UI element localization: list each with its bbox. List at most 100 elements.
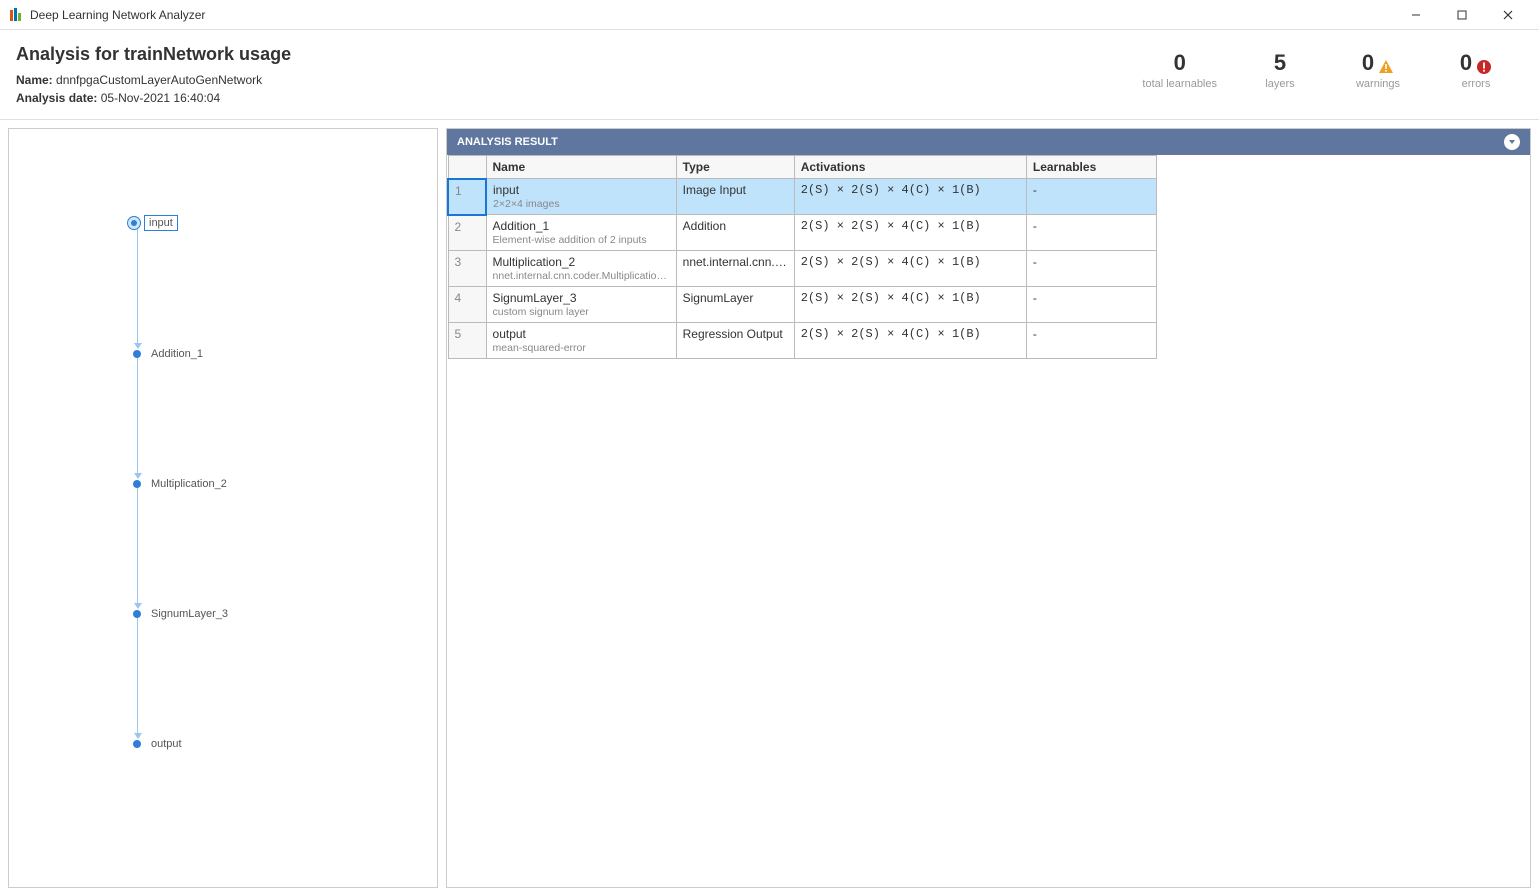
node-dot-icon [133, 610, 141, 618]
row-type: Addition [676, 215, 794, 251]
row-type: Regression Output [676, 323, 794, 359]
row-learnables: - [1026, 251, 1156, 287]
stat-value: 5 [1245, 50, 1315, 76]
graph-edge [137, 227, 138, 345]
collapse-button[interactable] [1504, 134, 1520, 150]
date-label: Analysis date: [16, 91, 97, 105]
stat-label: total learnables [1142, 78, 1217, 90]
col-header-name[interactable]: Name [486, 156, 676, 179]
graph-panel[interactable]: input Addition_1 Multiplication_2 Signum… [8, 128, 438, 888]
window-title: Deep Learning Network Analyzer [30, 8, 205, 22]
graph-node-signum[interactable]: SignumLayer_3 [133, 607, 232, 621]
app-icon [8, 7, 24, 23]
layer-subtitle: Element-wise addition of 2 inputs [493, 234, 670, 246]
minimize-button[interactable] [1393, 0, 1439, 30]
row-activations: 2(S) × 2(S) × 4(C) × 1(B) [794, 251, 1026, 287]
row-index: 2 [448, 215, 486, 251]
stat-label: errors [1441, 78, 1511, 90]
row-name-cell: Multiplication_2nnet.internal.cnn.coder.… [486, 251, 676, 287]
node-label: output [147, 737, 186, 751]
row-learnables: - [1026, 179, 1156, 215]
layer-subtitle: nnet.internal.cnn.coder.MultiplicationLa… [493, 270, 670, 282]
row-index: 5 [448, 323, 486, 359]
col-header-index[interactable] [448, 156, 486, 179]
stat-value: 0 [1460, 50, 1472, 76]
table-row[interactable]: 5outputmean-squared-errorRegression Outp… [448, 323, 1157, 359]
graph-canvas: input Addition_1 Multiplication_2 Signum… [9, 129, 437, 887]
graph-edge [137, 357, 138, 475]
node-label: input [144, 215, 178, 231]
row-name-cell: outputmean-squared-error [486, 323, 676, 359]
layer-name: output [493, 327, 670, 341]
row-activations: 2(S) × 2(S) × 4(C) × 1(B) [794, 323, 1026, 359]
row-index: 1 [448, 179, 486, 215]
col-header-activations[interactable]: Activations [794, 156, 1026, 179]
name-label: Name: [16, 73, 53, 87]
row-learnables: - [1026, 215, 1156, 251]
node-dot-icon [133, 740, 141, 748]
graph-node-multiplication[interactable]: Multiplication_2 [133, 477, 231, 491]
node-label: Multiplication_2 [147, 477, 231, 491]
stat-label: warnings [1343, 78, 1413, 90]
row-index: 4 [448, 287, 486, 323]
stat-value: 0 [1142, 50, 1217, 76]
table-row[interactable]: 1input2×2×4 imagesImage Input2(S) × 2(S)… [448, 179, 1157, 215]
close-button[interactable] [1485, 0, 1531, 30]
page-title: Analysis for trainNetwork usage [16, 44, 1142, 65]
row-learnables: - [1026, 323, 1156, 359]
row-learnables: - [1026, 287, 1156, 323]
content: input Addition_1 Multiplication_2 Signum… [0, 120, 1539, 896]
network-name: Name: dnnfpgaCustomLayerAutoGenNetwork [16, 73, 1142, 87]
row-name-cell: Addition_1Element-wise addition of 2 inp… [486, 215, 676, 251]
stat-total-learnables: 0 total learnables [1142, 50, 1217, 90]
graph-node-output[interactable]: output [133, 737, 186, 751]
layer-subtitle: custom signum layer [493, 306, 670, 318]
warning-icon [1378, 55, 1394, 71]
analysis-table[interactable]: Name Type Activations Learnables 1input2… [447, 155, 1157, 359]
result-panel: ANALYSIS RESULT Name Type Activations Le… [446, 128, 1531, 888]
row-name-cell: input2×2×4 images [486, 179, 676, 215]
node-label: SignumLayer_3 [147, 607, 232, 621]
error-icon [1476, 55, 1492, 71]
graph-edge [137, 617, 138, 735]
node-dot-icon [133, 480, 141, 488]
row-type: nnet.internal.cnn.co... [676, 251, 794, 287]
maximize-button[interactable] [1439, 0, 1485, 30]
layer-subtitle: mean-squared-error [493, 342, 670, 354]
node-dot-icon [133, 350, 141, 358]
titlebar: Deep Learning Network Analyzer [0, 0, 1539, 30]
graph-node-input[interactable]: input [130, 215, 178, 231]
name-value: dnnfpgaCustomLayerAutoGenNetwork [56, 73, 262, 87]
stat-warnings: 0 warnings [1343, 50, 1413, 90]
row-activations: 2(S) × 2(S) × 4(C) × 1(B) [794, 215, 1026, 251]
date-value: 05-Nov-2021 16:40:04 [101, 91, 220, 105]
stat-label: layers [1245, 78, 1315, 90]
row-index: 3 [448, 251, 486, 287]
layer-name: input [493, 183, 670, 197]
row-activations: 2(S) × 2(S) × 4(C) × 1(B) [794, 179, 1026, 215]
stat-value: 0 [1362, 50, 1374, 76]
table-header-row: Name Type Activations Learnables [448, 156, 1157, 179]
node-dot-icon [127, 216, 141, 230]
header: Analysis for trainNetwork usage Name: dn… [0, 30, 1539, 120]
stat-layers: 5 layers [1245, 50, 1315, 90]
graph-node-addition[interactable]: Addition_1 [133, 347, 207, 361]
table-row[interactable]: 2Addition_1Element-wise addition of 2 in… [448, 215, 1157, 251]
header-stats: 0 total learnables 5 layers 0 warnings 0 [1142, 44, 1523, 90]
layer-subtitle: 2×2×4 images [493, 198, 670, 210]
layer-name: Addition_1 [493, 219, 670, 233]
layer-name: SignumLayer_3 [493, 291, 670, 305]
col-header-learnables[interactable]: Learnables [1026, 156, 1156, 179]
row-type: SignumLayer [676, 287, 794, 323]
row-activations: 2(S) × 2(S) × 4(C) × 1(B) [794, 287, 1026, 323]
layer-name: Multiplication_2 [493, 255, 670, 269]
graph-edge [137, 487, 138, 605]
stat-errors: 0 errors [1441, 50, 1511, 90]
table-row[interactable]: 3Multiplication_2nnet.internal.cnn.coder… [448, 251, 1157, 287]
result-header: ANALYSIS RESULT [447, 129, 1530, 155]
col-header-type[interactable]: Type [676, 156, 794, 179]
row-type: Image Input [676, 179, 794, 215]
result-body: Name Type Activations Learnables 1input2… [447, 155, 1530, 359]
analysis-date: Analysis date: 05-Nov-2021 16:40:04 [16, 91, 1142, 105]
table-row[interactable]: 4 SignumLayer_3custom signum layer SignumL… [448, 287, 1157, 323]
